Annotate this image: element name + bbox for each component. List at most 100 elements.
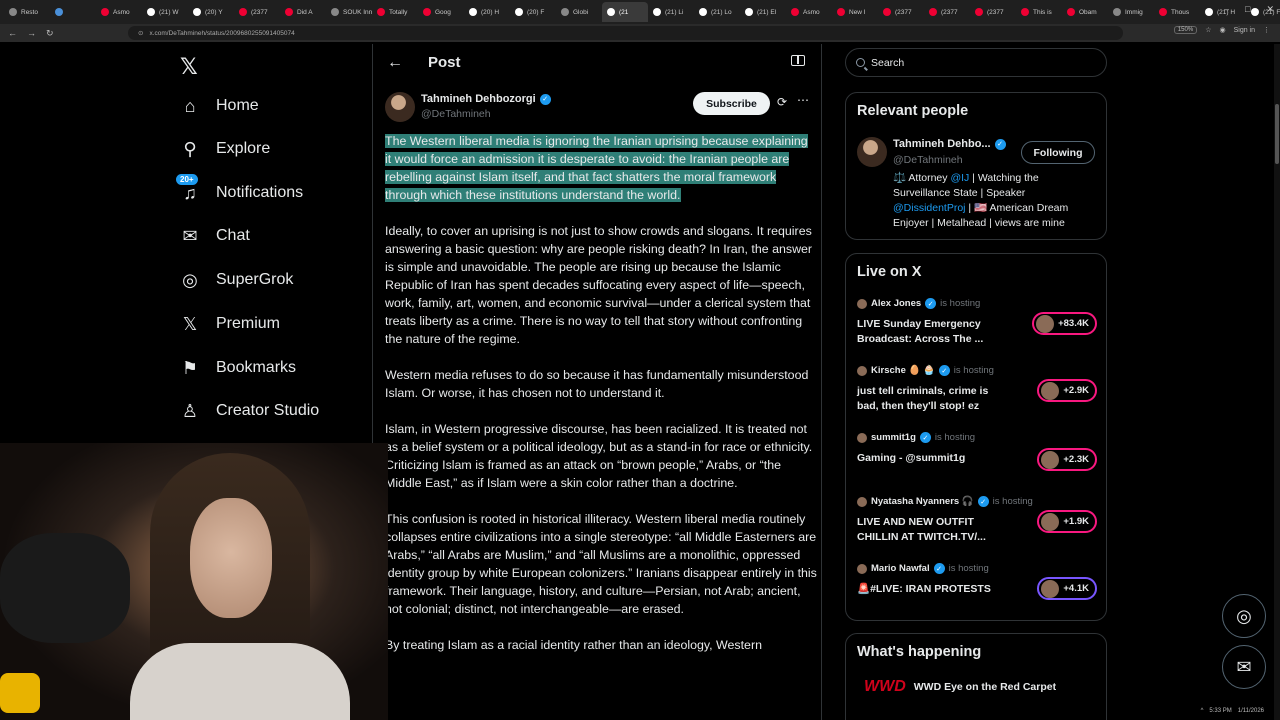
browser-tab[interactable]: Obam bbox=[1062, 2, 1108, 22]
scroll-thumb[interactable] bbox=[1275, 104, 1279, 164]
is-hosting-label: is hosting bbox=[934, 432, 976, 443]
browser-tab[interactable]: Did A bbox=[280, 2, 326, 22]
grok-fab-icon[interactable]: ◎ bbox=[1222, 594, 1266, 638]
browser-tab[interactable]: (20) H bbox=[464, 2, 510, 22]
author-avatar[interactable] bbox=[385, 92, 415, 122]
site-info-icon[interactable]: ⊙ bbox=[138, 29, 143, 37]
nav-item-label: Notifications bbox=[216, 184, 304, 201]
browser-tab[interactable]: This is bbox=[1016, 2, 1062, 22]
minimize-button[interactable]: – bbox=[1224, 4, 1229, 15]
search-placeholder: Search bbox=[871, 56, 905, 69]
listener-count-pill[interactable]: +2.3K bbox=[1037, 448, 1097, 471]
reload-icon[interactable]: ↻ bbox=[46, 28, 54, 39]
mail-icon: ✉ bbox=[180, 226, 200, 246]
browser-tab[interactable]: Asmo bbox=[786, 2, 832, 22]
browser-tab[interactable]: (21) W bbox=[142, 2, 188, 22]
is-hosting-label: is hosting bbox=[948, 563, 989, 574]
nav-item-bookmarks[interactable]: ⚑ Bookmarks bbox=[180, 358, 296, 378]
live-item[interactable]: summit1g ✓ is hosting Gaming - @summit1g +2.… bbox=[857, 432, 1097, 471]
live-item[interactable]: Nyatasha Nyanners 🎧 ✓ is hosting LIVE AND N… bbox=[857, 496, 1097, 545]
subscribe-button[interactable]: Subscribe bbox=[693, 92, 770, 115]
messages-fab-icon[interactable]: ✉ bbox=[1222, 645, 1266, 689]
address-bar[interactable]: ⊙ x.com/DeTahmineh/status/20096802550914… bbox=[128, 26, 1123, 40]
listener-count-pill[interactable]: +4.1K bbox=[1037, 577, 1097, 600]
browser-tab[interactable]: Thous bbox=[1154, 2, 1200, 22]
browser-tab[interactable]: Resto bbox=[4, 2, 50, 22]
browser-tab[interactable]: (21) Li bbox=[648, 2, 694, 22]
verified-badge-icon: ✓ bbox=[933, 563, 945, 574]
listener-count-pill[interactable]: +1.9K bbox=[1037, 510, 1097, 533]
nav-item-premium[interactable]: 𝕏 Premium bbox=[180, 314, 280, 334]
browser-tab[interactable]: (2377 bbox=[924, 2, 970, 22]
browser-tab[interactable]: (2377 bbox=[970, 2, 1016, 22]
bookmark-star-icon[interactable]: ☆ bbox=[1205, 26, 1211, 34]
reader-view-icon[interactable] bbox=[791, 55, 805, 66]
author-name[interactable]: Tahmineh Dehbozorgi ✓ bbox=[421, 93, 551, 105]
browser-tab[interactable]: New I bbox=[832, 2, 878, 22]
nav-item-notifications[interactable]: ♫ 20+ Notifications bbox=[176, 174, 304, 203]
search-input[interactable]: Search bbox=[845, 48, 1107, 77]
listener-count-pill[interactable]: +83.4K bbox=[1032, 312, 1097, 335]
url-text: x.com/DeTahmineh/status/2009680255091405… bbox=[149, 29, 295, 37]
maximize-button[interactable]: □ bbox=[1245, 4, 1250, 15]
zoom-level[interactable]: 150% bbox=[1173, 26, 1198, 34]
menu-icon[interactable]: ⋮ bbox=[1263, 26, 1270, 34]
browser-tab[interactable]: (20) F bbox=[510, 2, 556, 22]
live-title: Gaming - @summit1g bbox=[857, 452, 966, 464]
back-nav-icon[interactable]: ← bbox=[8, 28, 17, 38]
browser-tab[interactable]: (21 bbox=[602, 2, 648, 22]
relevant-person-handle[interactable]: @DeTahmineh bbox=[893, 154, 963, 166]
browser-tab[interactable]: (2377 bbox=[878, 2, 924, 22]
trend-item[interactable]: WWD WWD Eye on the Red Carpet bbox=[864, 678, 1056, 696]
page-scrollbar[interactable] bbox=[1274, 44, 1280, 720]
grok-explain-icon[interactable]: ⟳ bbox=[777, 95, 787, 109]
browser-tab[interactable]: (20) Y bbox=[188, 2, 234, 22]
tab-label: Thous bbox=[1171, 8, 1190, 16]
host-avatar bbox=[857, 365, 867, 376]
live-title: LIVE AND NEW OUTFIT CHILLIN AT TWITCH.TV… bbox=[857, 516, 986, 543]
live-item[interactable]: Kirsche 🥚 🧁 ✓ is hosting just tell criminal… bbox=[857, 365, 1097, 414]
browser-tab[interactable]: Globi bbox=[556, 2, 602, 22]
bio-link[interactable]: @DissidentProj bbox=[893, 202, 966, 214]
wwd-logo: WWD bbox=[864, 678, 906, 695]
live-item[interactable]: Mario Nawfal ✓ is hosting 🚨#LIVE: IRAN PROT… bbox=[857, 563, 1097, 600]
nav-item-home[interactable]: ⌂ Home bbox=[180, 96, 259, 116]
tray-chevron-icon[interactable]: ^ bbox=[1201, 708, 1204, 714]
profile-icon[interactable]: ◉ bbox=[1219, 26, 1225, 34]
nav-item-supergrok[interactable]: ◎ SuperGrok bbox=[180, 270, 293, 290]
relevant-person-name[interactable]: Tahmineh Dehbo... ✓ bbox=[893, 138, 1006, 150]
browser-tab[interactable]: (21) El bbox=[740, 2, 786, 22]
tab-favicon-icon bbox=[469, 8, 477, 16]
browser-tab[interactable]: (21) Lo bbox=[694, 2, 740, 22]
forward-nav-icon[interactable]: → bbox=[27, 28, 36, 38]
live-host: Kirsche 🥚 🧁 ✓ is hosting bbox=[857, 365, 1097, 376]
x-logo-icon[interactable]: 𝕏 bbox=[180, 54, 198, 80]
nav-item-creator-studio[interactable]: ♙ Creator Studio bbox=[180, 401, 319, 421]
post-paragraph: Western media refuses to do so because i… bbox=[385, 368, 809, 400]
relevant-person-avatar[interactable] bbox=[857, 137, 887, 167]
browser-tab[interactable]: SOUK Inn bbox=[326, 2, 372, 22]
bio-link[interactable]: @IJ bbox=[950, 172, 969, 184]
toolbar-right: 150% ☆ ◉ Sign in ⋮ bbox=[1173, 26, 1270, 34]
browser-tab[interactable]: Asmo bbox=[96, 2, 142, 22]
author-handle[interactable]: @DeTahmineh bbox=[421, 108, 491, 120]
sign-in-button[interactable]: Sign in bbox=[1234, 27, 1255, 34]
nav-item-chat[interactable]: ✉ Chat bbox=[180, 226, 249, 246]
back-arrow-icon[interactable]: ← bbox=[387, 54, 403, 72]
nav-item-explore[interactable]: ⚲ Explore bbox=[180, 139, 270, 159]
browser-tab[interactable] bbox=[50, 2, 96, 22]
trend-title: WWD Eye on the Red Carpet bbox=[913, 681, 1057, 693]
close-window-button[interactable]: ✕ bbox=[1266, 4, 1274, 15]
browser-tab[interactable]: Goog bbox=[418, 2, 464, 22]
live-item[interactable]: Alex Jones ✓ is hosting LIVE Sunday Emergen… bbox=[857, 298, 1097, 347]
tab-favicon-icon bbox=[515, 8, 523, 16]
tab-favicon-icon bbox=[377, 8, 385, 16]
tab-favicon-icon bbox=[1159, 8, 1167, 16]
more-options-icon[interactable]: ⋯ bbox=[797, 93, 810, 107]
browser-tab[interactable]: Immig bbox=[1108, 2, 1154, 22]
browser-tab[interactable]: (2377 bbox=[234, 2, 280, 22]
listener-count-pill[interactable]: +2.9K bbox=[1037, 379, 1097, 402]
nav-item-label: Home bbox=[216, 97, 259, 114]
following-button[interactable]: Following bbox=[1021, 141, 1095, 164]
browser-tab[interactable]: Totally bbox=[372, 2, 418, 22]
